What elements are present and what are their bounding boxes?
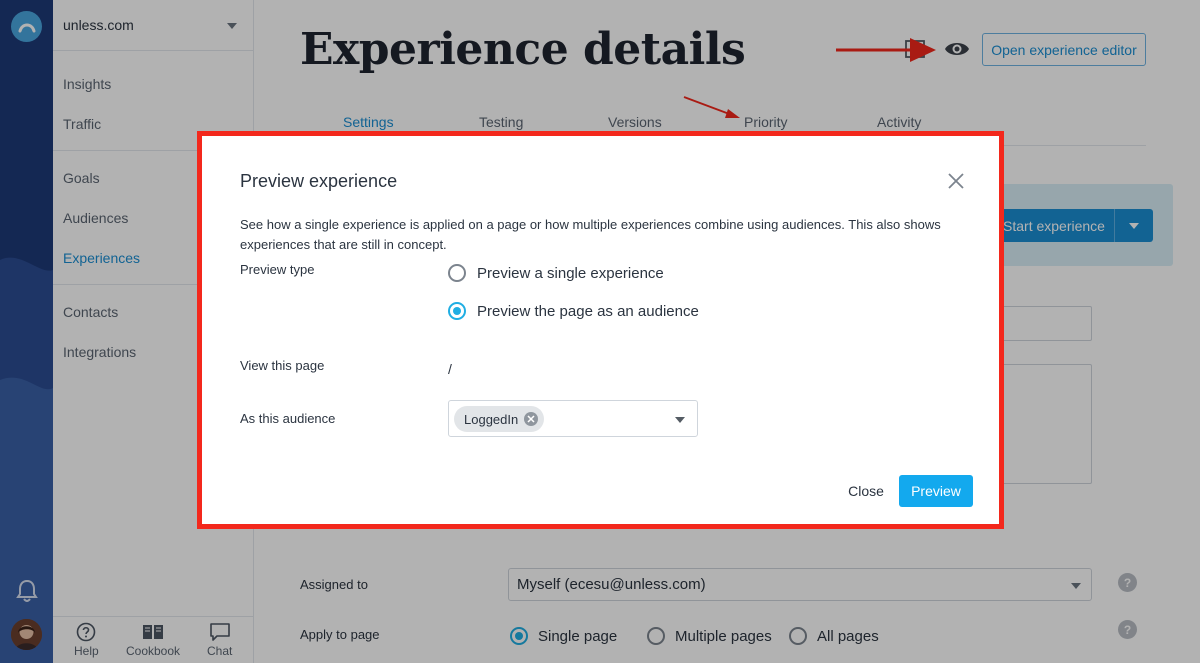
close-icon[interactable] xyxy=(946,171,966,191)
chevron-down-icon[interactable] xyxy=(675,417,685,423)
close-button[interactable]: Close xyxy=(841,475,891,507)
radio-button[interactable] xyxy=(448,302,466,320)
preview-button[interactable]: Preview xyxy=(899,475,973,507)
radio-label: Preview the page as an audience xyxy=(477,302,699,320)
modal-description: See how a single experience is applied o… xyxy=(240,217,941,252)
preview-type-label: Preview type xyxy=(240,262,315,277)
radio-preview-audience[interactable]: Preview the page as an audience xyxy=(448,302,699,320)
view-page-label: View this page xyxy=(240,358,325,373)
audience-label: As this audience xyxy=(240,411,336,426)
preview-experience-modal: Preview experience See how a single expe… xyxy=(197,131,1004,529)
modal-title: Preview experience xyxy=(240,171,398,191)
audience-select[interactable]: LoggedIn xyxy=(448,400,698,437)
radio-preview-single[interactable]: Preview a single experience xyxy=(448,264,664,282)
view-page-value: / xyxy=(448,361,452,377)
radio-label: Preview a single experience xyxy=(477,264,664,282)
audience-chip: LoggedIn xyxy=(454,406,545,432)
radio-button[interactable] xyxy=(448,264,466,282)
audience-chip-label: LoggedIn xyxy=(464,411,519,427)
remove-chip-icon[interactable] xyxy=(524,412,539,426)
